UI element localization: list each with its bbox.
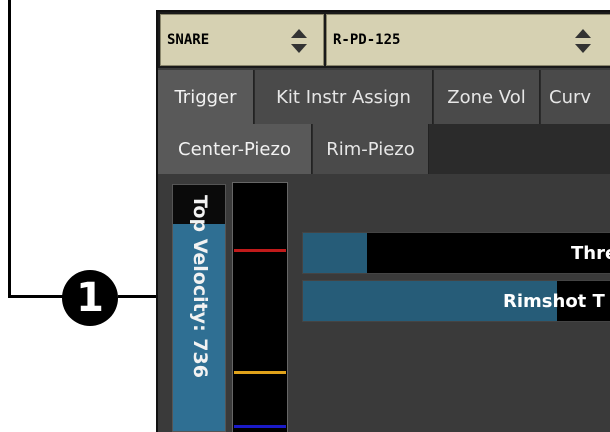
callout-number-badge: 1: [62, 270, 118, 326]
callout-leader-line: [8, 295, 70, 298]
top-velocity-indicator: Top Velocity: 736: [172, 184, 226, 432]
threshold-slider[interactable]: Thre: [302, 232, 610, 274]
tab-trigger[interactable]: Trigger: [158, 70, 254, 124]
tab-zone-vol[interactable]: Zone Vol: [434, 70, 540, 124]
tab-curve[interactable]: Curv: [541, 70, 610, 124]
trigger-settings-window: SNARE R-PD-125 Trigger Kit Instr Assign …: [156, 10, 610, 432]
threshold-slider-label: Thre: [571, 242, 610, 264]
meter-marker-blue: [234, 425, 286, 428]
meter-marker-red: [234, 249, 286, 252]
instrument-select-value: SNARE: [167, 32, 210, 48]
up-down-arrows-icon: [291, 29, 307, 53]
tab-rim-piezo[interactable]: Rim-Piezo: [313, 124, 429, 174]
tab-center-piezo[interactable]: Center-Piezo: [158, 124, 312, 174]
hit-level-meter: [232, 182, 288, 432]
pad-model-select-value: R-PD-125: [333, 32, 401, 48]
selector-bar: SNARE R-PD-125: [158, 12, 610, 68]
rimshot-threshold-slider[interactable]: Rimshot T: [302, 280, 610, 322]
pad-model-select[interactable]: R-PD-125: [326, 14, 610, 66]
meter-marker-yellow: [234, 371, 286, 374]
sub-tab-bar: Center-Piezo Rim-Piezo: [158, 124, 610, 174]
tab-kit-instr-assign[interactable]: Kit Instr Assign: [255, 70, 433, 124]
rimshot-slider-label: Rimshot T: [503, 290, 605, 312]
callout-pointer-line: [118, 295, 158, 298]
trigger-content-panel: Top Velocity: 736 Thre Rimshot T: [158, 174, 610, 432]
up-down-arrows-icon: [575, 29, 591, 53]
threshold-slider-fill: [303, 233, 367, 273]
main-tab-bar: Trigger Kit Instr Assign Zone Vol Curv: [158, 70, 610, 124]
instrument-select[interactable]: SNARE: [160, 14, 324, 66]
callout-leader-line: [8, 0, 11, 298]
top-velocity-label: Top Velocity: 736: [189, 195, 211, 378]
